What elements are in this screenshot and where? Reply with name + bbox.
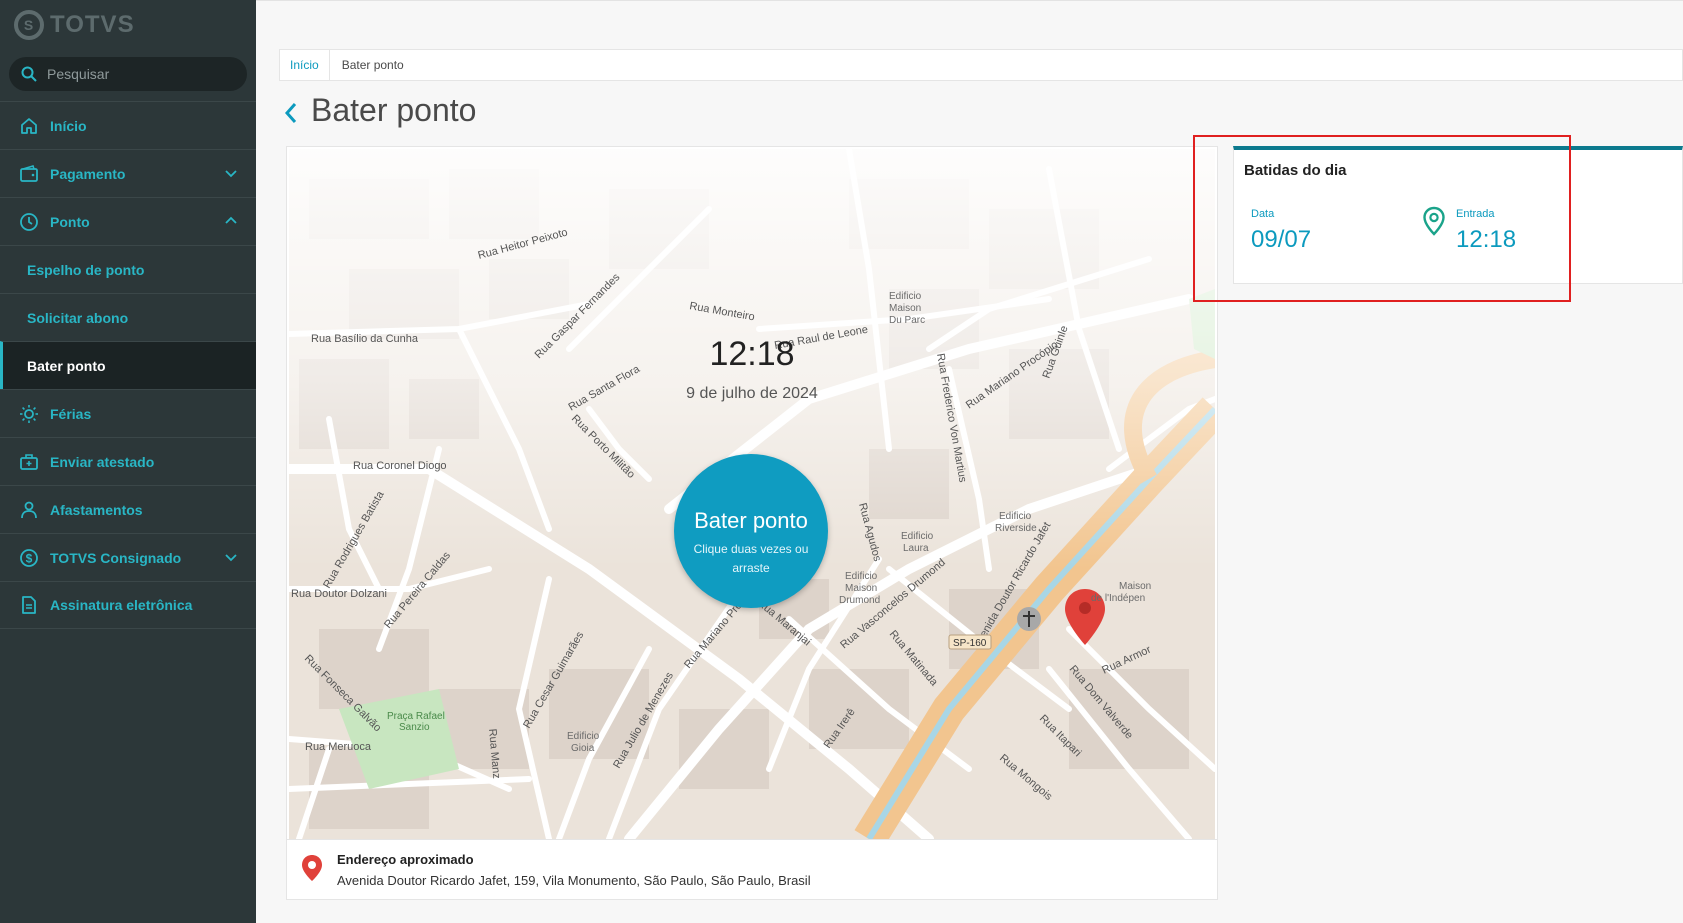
entrada-label: Entrada [1456,208,1495,220]
wallet-icon [18,163,40,185]
sidebar-item-bater-ponto[interactable]: Bater ponto [0,341,256,389]
sidebar-item-label: Espelho de ponto [27,261,145,278]
svg-text:Maison: Maison [1119,581,1151,592]
bater-ponto-hint: Clique duas vezes ou arraste [693,542,809,575]
medical-bag-icon [18,451,40,473]
sidebar-item-totvs-consignado[interactable]: $ TOTVS Consignado [0,533,256,581]
breadcrumb-current: Bater ponto [341,58,404,72]
sidebar-item-afastamentos[interactable]: Afastamentos [0,485,256,533]
batidas-card: Batidas do dia Data 09/07 Entrada 12:18 [1233,146,1683,284]
sidebar-menu: Início Pagamento Ponto Espelho de ponto … [0,101,256,629]
svg-text:de l'Indépen: de l'Indépen [1091,593,1145,604]
clock-icon [18,211,40,233]
svg-text:Du Parc: Du Parc [889,315,925,326]
svg-text:Gioia: Gioia [571,743,595,754]
svg-text:Edificio: Edificio [845,571,878,582]
sidebar-item-label: Bater ponto [27,357,106,374]
svg-text:Sanzio: Sanzio [399,722,430,733]
svg-text:Rua Meruoca: Rua Meruoca [305,741,372,753]
sidebar-item-espelho-de-ponto[interactable]: Espelho de ponto [0,245,256,293]
sidebar-item-enviar-atestado[interactable]: Enviar atestado [0,437,256,485]
home-icon [18,115,40,137]
data-value: 09/07 [1251,226,1312,253]
sun-icon [18,403,40,425]
svg-text:Praça Rafael: Praça Rafael [387,711,445,722]
sidebar-item-inicio[interactable]: Início [0,101,256,149]
sidebar-item-ferias[interactable]: Férias [0,389,256,437]
search-icon [21,66,37,82]
chevron-down-icon [225,170,237,178]
sidebar-item-label: Início [50,117,87,134]
svg-text:Drumond: Drumond [839,595,880,606]
clock-time: 12:18 [709,335,795,373]
page-title: Bater ponto [311,92,477,128]
logo-text: TOTVS [50,11,135,38]
sidebar-item-label: Solicitar abono [27,309,129,326]
svg-text:Rua Coronel Diogo: Rua Coronel Diogo [353,460,447,472]
svg-text:SP-160: SP-160 [953,638,987,649]
dollar-icon: $ [18,547,40,569]
sidebar-item-ponto[interactable]: Ponto [0,197,256,245]
bater-ponto-label: Bater ponto [694,508,808,533]
svg-text:Maison: Maison [889,303,921,314]
svg-text:Edificio: Edificio [999,511,1032,522]
data-label: Data [1251,208,1275,220]
svg-text:Maison: Maison [845,583,877,594]
sidebar: S TOTVS Início Pagamento Ponto Espelho d… [0,0,256,923]
chevron-up-icon [225,216,237,224]
sidebar-item-solicitar-abono[interactable]: Solicitar abono [0,293,256,341]
chevron-down-icon [225,554,237,562]
totvs-logo[interactable]: S TOTVS [14,8,135,42]
sidebar-item-pagamento[interactable]: Pagamento [0,149,256,197]
search-box[interactable] [9,57,247,91]
sidebar-item-label: Afastamentos [50,501,143,518]
bater-ponto-button[interactable]: Bater ponto Clique duas vezes ou arraste [674,454,828,608]
clock-date: 9 de julho de 2024 [686,385,818,402]
sidebar-item-label: Férias [50,405,92,422]
svg-text:Edificio: Edificio [889,291,922,302]
top-divider [256,0,1683,1]
document-icon [18,594,40,616]
address-bar: Endereço aproximado Avenida Doutor Ricar… [287,839,1217,900]
svg-text:Edificio: Edificio [567,731,600,742]
batidas-title: Batidas do dia [1244,162,1347,179]
breadcrumb-home-link[interactable]: Início [280,50,330,80]
sidebar-item-label: Ponto [50,213,90,230]
location-pin-icon [302,855,322,881]
address-text: Avenida Doutor Ricardo Jafet, 159, Vila … [337,873,811,888]
sidebar-item-label: Pagamento [50,165,126,182]
address-label: Endereço aproximado [337,852,474,867]
sidebar-item-label: Assinatura eletrônica [50,597,193,613]
svg-text:Edificio: Edificio [901,531,934,542]
sidebar-item-label: Enviar atestado [50,453,155,470]
svg-text:Rua Doutor Dolzani: Rua Doutor Dolzani [291,588,387,600]
map-card: Rua Heitor Peixoto Rua Basílio da Cunha … [286,146,1218,900]
user-icon [18,499,40,521]
totvs-logo-icon: S [14,10,44,40]
street-map[interactable]: Rua Heitor Peixoto Rua Basílio da Cunha … [289,149,1215,839]
location-marker-icon [1423,206,1445,236]
breadcrumb: Início Bater ponto [279,49,1683,81]
search-input[interactable] [45,65,239,83]
svg-text:Riverside: Riverside [995,523,1037,534]
entrada-value: 12:18 [1456,226,1517,253]
sidebar-item-assinatura-eletronica[interactable]: Assinatura eletrônica [0,581,256,629]
sidebar-item-label: TOTVS Consignado [50,549,182,566]
svg-text:$: $ [26,551,33,565]
svg-text:Laura: Laura [903,543,929,554]
back-chevron-icon[interactable] [282,100,300,126]
